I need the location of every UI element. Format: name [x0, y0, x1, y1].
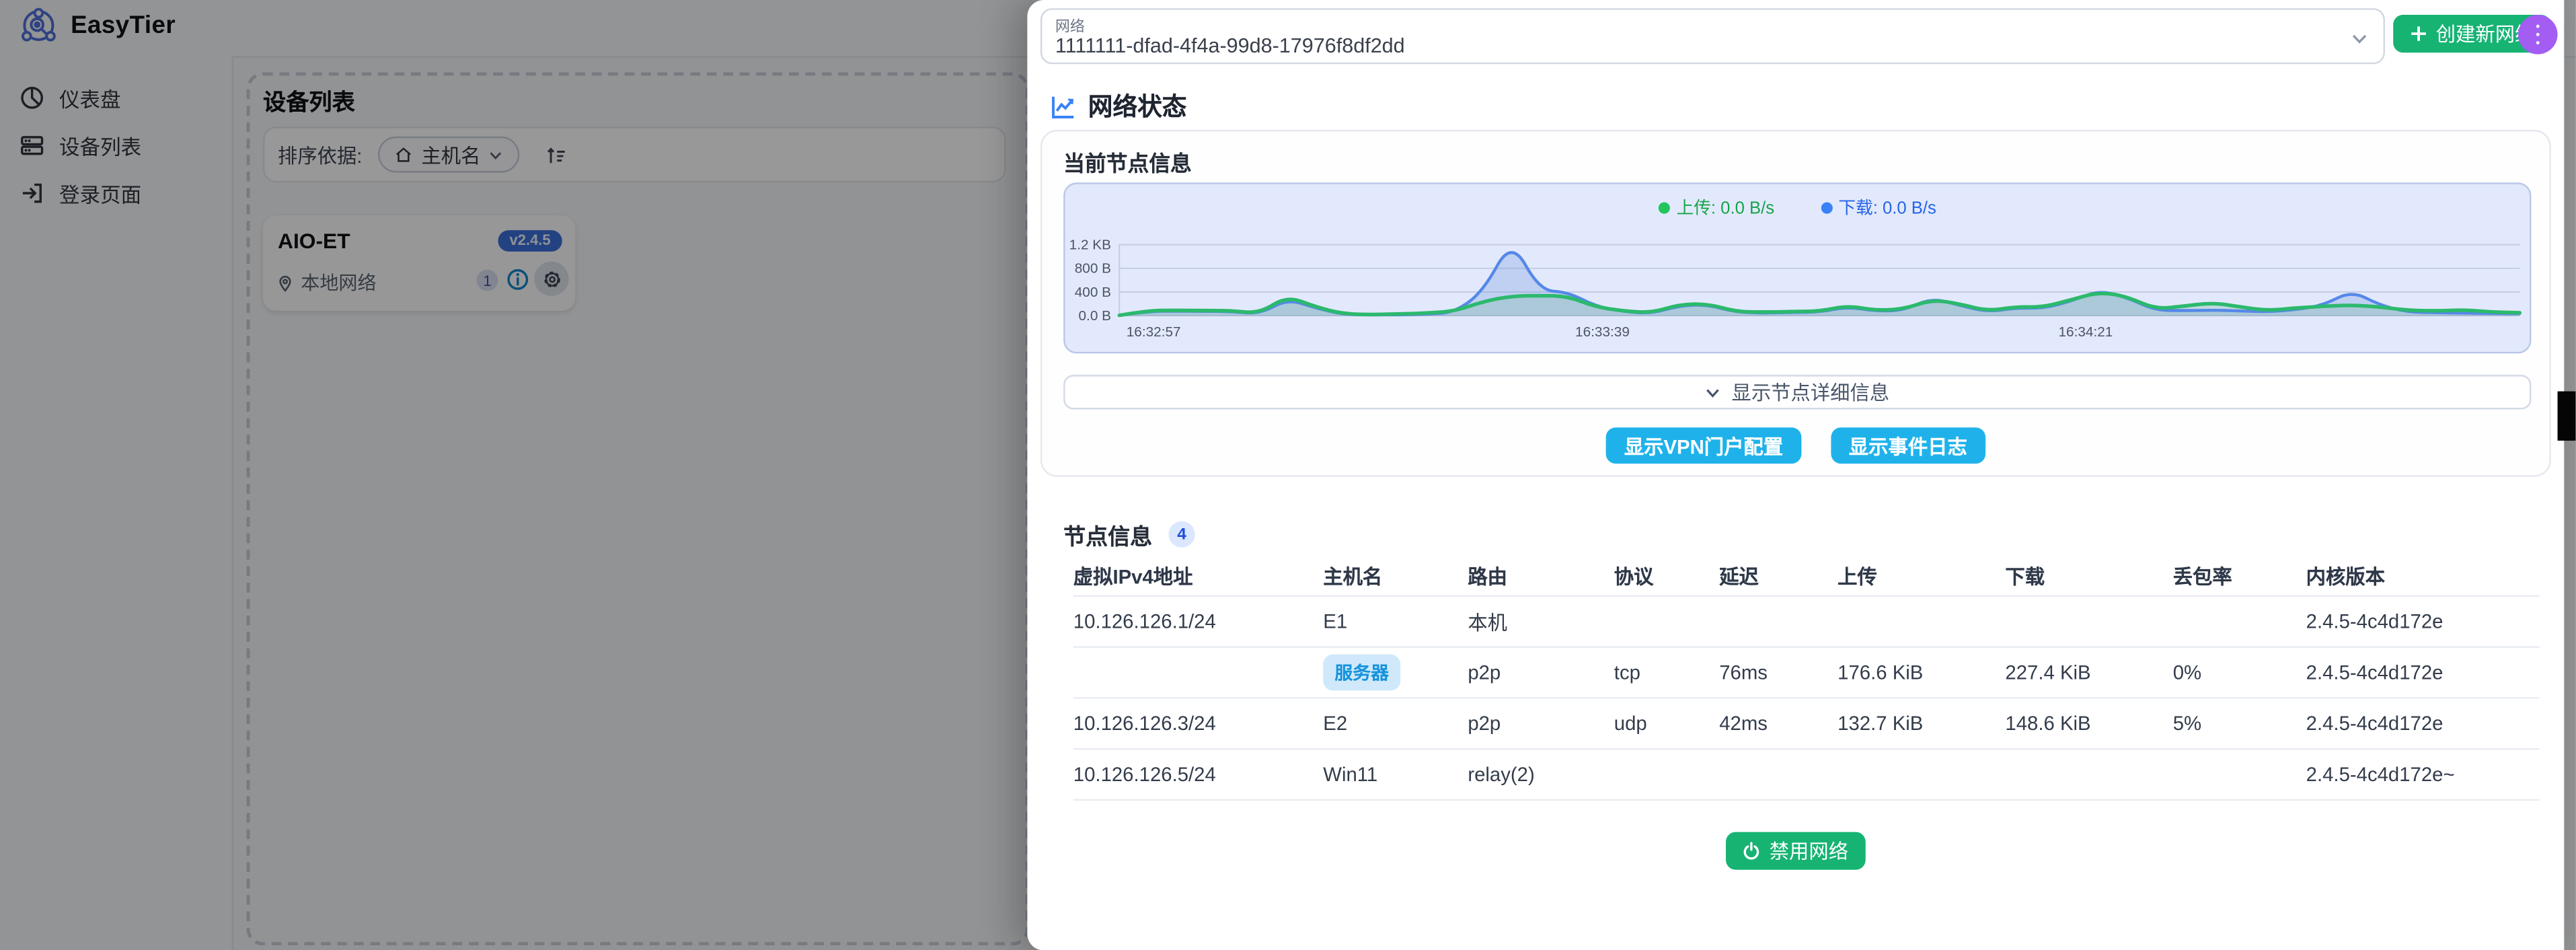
chevron-down-icon	[1705, 384, 1721, 400]
table-cell: 本机	[1468, 608, 1614, 636]
legend-download-label: 下载: 0.0 B/s	[1838, 196, 1936, 221]
table-cell: E2	[1323, 712, 1468, 735]
show-event-log-button[interactable]: 显示事件日志	[1831, 427, 1985, 464]
table-header-cell: 上传	[1838, 562, 2005, 590]
table-cell: 2.4.5-4c4d172e	[2306, 712, 2540, 735]
show-vpn-config-button[interactable]: 显示VPN门户配置	[1606, 427, 1801, 464]
table-header-cell: 内核版本	[2306, 562, 2540, 590]
table-cell: 0%	[2173, 661, 2306, 684]
show-node-details-label: 显示节点详细信息	[1732, 378, 1890, 406]
table-row: 10.126.126.3/24E2p2pudp42ms132.7 KiB148.…	[1073, 699, 2540, 750]
chevron-down-icon	[2351, 30, 2369, 48]
server-badge: 服务器	[1323, 655, 1400, 691]
table-cell: 2.4.5-4c4d172e~	[2306, 763, 2540, 786]
legend-download: 下载: 0.0 B/s	[1821, 196, 1936, 221]
table-cell: tcp	[1614, 661, 1719, 684]
table-cell: E1	[1323, 610, 1468, 633]
table-header-cell: 路由	[1468, 562, 1614, 590]
screen: EasyTier 仪表盘 设备列表 登录页面 设备列表 排序依据:	[0, 0, 2576, 950]
user-menu-button[interactable]	[2518, 15, 2558, 54]
table-row: 10.126.126.1/24E1本机 2.4.5-4c4d172e	[1073, 597, 2540, 648]
table-cell: Win11	[1323, 763, 1468, 786]
network-drawer: 网络 1111111-dfad-4f4a-99d8-17976f8df2dd 创…	[1027, 0, 2564, 950]
chart-legend: 上传: 0.0 B/s 下载: 0.0 B/s	[1065, 196, 2530, 221]
table-cell: 2.4.5-4c4d172e	[2306, 610, 2540, 633]
table-header-cell: 协议	[1614, 562, 1719, 590]
disable-network-row: 禁用网络	[1027, 832, 2564, 870]
table-header-cell: 虚拟IPv4地址	[1073, 562, 1323, 590]
table-cell: 10.126.126.5/24	[1073, 763, 1323, 786]
table-cell: p2p	[1468, 712, 1614, 735]
table-cell: 132.7 KiB	[1838, 712, 2005, 735]
disable-network-button[interactable]: 禁用网络	[1727, 832, 1864, 870]
disable-network-label: 禁用网络	[1770, 837, 1848, 865]
current-node-title: 当前节点信息	[1063, 146, 1192, 177]
traffic-chart-panel: 0.0 B 400 B 800 B 1.2 KB 16:32:57 16:33:39 16:…	[1063, 182, 2531, 353]
svg-text:1.2 KB: 1.2 KB	[1069, 237, 1111, 252]
show-node-details-button[interactable]: 显示节点详细信息	[1063, 375, 2531, 409]
legend-upload: 上传: 0.0 B/s	[1659, 196, 1774, 221]
node-count-badge: 4	[1169, 521, 1195, 548]
svg-text:16:34:21: 16:34:21	[2059, 324, 2113, 340]
table-cell: 176.6 KiB	[1838, 661, 2005, 684]
action-buttons-row: 显示VPN门户配置 显示事件日志	[1042, 427, 2549, 464]
line-chart-icon	[1051, 93, 1077, 119]
table-header-cell: 延迟	[1719, 562, 1838, 590]
power-icon	[1743, 842, 1761, 860]
table-header-row: 虚拟IPv4地址主机名路由协议延迟上传下载丢包率内核版本	[1073, 556, 2540, 597]
table-cell: 服务器	[1323, 655, 1468, 691]
network-select-label: 网络	[1055, 15, 1085, 36]
node-info-title: 节点信息	[1063, 518, 1152, 551]
table-header-cell: 下载	[2005, 562, 2172, 590]
kebab-dot	[2536, 32, 2540, 36]
table-cell: udp	[1614, 712, 1719, 735]
network-status-header: 网络状态	[1051, 89, 1187, 123]
table-header-cell: 丢包率	[2173, 562, 2306, 590]
svg-text:0.0 B: 0.0 B	[1079, 308, 1112, 324]
table-cell: p2p	[1468, 661, 1614, 684]
kebab-dot	[2536, 41, 2540, 45]
svg-text:16:32:57: 16:32:57	[1127, 324, 1181, 340]
table-cell: 10.126.126.1/24	[1073, 610, 1323, 633]
table-cell: 10.126.126.3/24	[1073, 712, 1323, 735]
svg-text:800 B: 800 B	[1075, 261, 1111, 277]
table-cell: 76ms	[1719, 661, 1838, 684]
table-cell: 2.4.5-4c4d172e	[2306, 661, 2540, 684]
network-select[interactable]: 网络 1111111-dfad-4f4a-99d8-17976f8df2dd	[1040, 8, 2385, 64]
plus-icon	[2410, 25, 2428, 43]
table-cell: relay(2)	[1468, 763, 1614, 786]
svg-text:16:33:39: 16:33:39	[1575, 324, 1630, 340]
table-cell: 148.6 KiB	[2005, 712, 2172, 735]
table-cell: 227.4 KiB	[2005, 661, 2172, 684]
network-status-title: 网络状态	[1088, 89, 1187, 123]
table-cell: 5%	[2173, 712, 2306, 735]
easytier-app: EasyTier 仪表盘 设备列表 登录页面 设备列表 排序依据:	[0, 0, 2575, 950]
table-cell: 42ms	[1719, 712, 1838, 735]
kebab-dot	[2536, 24, 2540, 28]
table-row: 10.126.126.5/24Win11relay(2) 2.4.5-4c4d17…	[1073, 750, 2540, 801]
svg-text:400 B: 400 B	[1075, 285, 1111, 300]
table-row: 服务器 p2ptcp76ms176.6 KiB227.4 KiB0%2.4.5-4…	[1073, 648, 2540, 699]
legend-upload-label: 上传: 0.0 B/s	[1677, 196, 1774, 221]
table-header-cell: 主机名	[1323, 562, 1468, 590]
upload-dot-icon	[1659, 203, 1670, 214]
node-table: 虚拟IPv4地址主机名路由协议延迟上传下载丢包率内核版本10.126.126.1…	[1073, 556, 2540, 801]
node-info-header: 节点信息 4	[1063, 518, 1195, 551]
current-node-card: 当前节点信息 0.0 B 400 B 800 B 1.2 KB 16:32:57 16:3…	[1040, 130, 2551, 477]
network-select-value: 1111111-dfad-4f4a-99d8-17976f8df2dd	[1055, 34, 1405, 57]
scrollbar-thumb[interactable]	[2558, 392, 2576, 441]
download-dot-icon	[1821, 203, 1832, 214]
